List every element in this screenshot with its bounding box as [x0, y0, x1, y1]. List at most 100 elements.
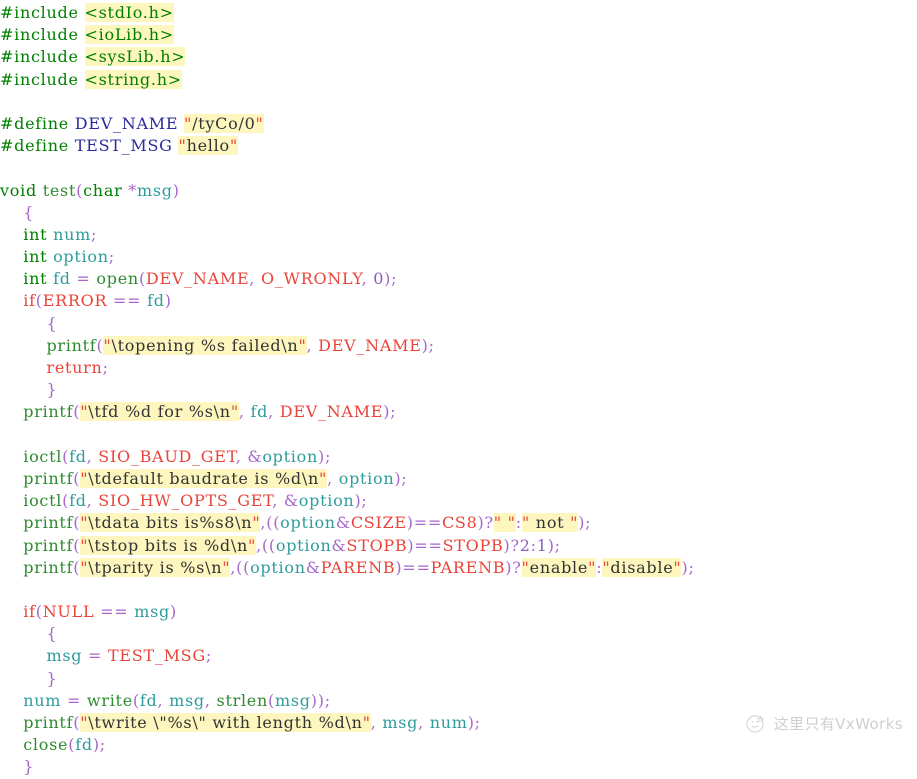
token-string: "hello" [178, 136, 238, 156]
token-keyword-if: if [23, 602, 36, 622]
token-string: "\tstop bits is %d\n" [80, 535, 257, 555]
token-punct: ) [164, 291, 172, 311]
token-macro: CSIZE [350, 513, 407, 533]
token-string: " not " [521, 513, 579, 533]
token-keyword-if: if [23, 291, 36, 311]
token-punct: , [327, 468, 339, 488]
token-variable: option [262, 446, 319, 466]
token-punct: , [86, 491, 99, 511]
token-punct: , [418, 713, 430, 732]
token-keyword-return: return [46, 358, 103, 377]
token-macro: O_WRONLY [261, 269, 362, 289]
token-punct: )== [406, 513, 442, 533]
token-variable: fd [250, 402, 269, 422]
token-punct: , [238, 402, 251, 422]
code-line: { [0, 623, 917, 645]
token-keyword: #define [0, 136, 75, 156]
token-punct: & [335, 513, 351, 533]
code-line: printf("\tstop bits is %d\n",((option&ST… [0, 535, 917, 557]
code-line: } [0, 379, 917, 401]
token-function-call: printf [23, 513, 74, 533]
token-macro: STOPB [442, 535, 504, 555]
token-keyword: #include [0, 69, 85, 89]
token-define-name: TEST_MSG [74, 136, 179, 156]
token-punct: )? [477, 513, 494, 533]
code-line: #define TEST_MSG "hello" [0, 135, 917, 157]
token-punct: ); [681, 557, 695, 577]
token-number: 0 [373, 269, 385, 289]
token-variable: msg [274, 690, 311, 710]
code-line: printf("\twrite \"%s\" with length %d\n"… [0, 712, 917, 734]
token-function-call: printf [23, 402, 74, 422]
token-include-path: <stdIo.h> [84, 3, 174, 22]
token-macro: STOPB [346, 535, 408, 555]
token-macro: SIO_HW_OPTS_GET [98, 491, 273, 511]
token-punct: ; [108, 247, 115, 267]
token-keyword: char [83, 180, 129, 200]
token-number: 1 [536, 535, 548, 555]
token-punct: , [361, 269, 374, 289]
token-include-path: <string.h> [84, 69, 182, 89]
token-function-call: printf [23, 535, 74, 555]
token-brace: { [23, 202, 35, 222]
code-line: close(fd); [0, 734, 917, 756]
token-variable: option [280, 513, 336, 533]
code-line: int fd = open(DEV_NAME, O_WRONLY, 0); [0, 268, 917, 290]
token-punct: , & [272, 491, 299, 511]
code-line: #define DEV_NAME "/tyCo/0" [0, 113, 917, 135]
token-number: 2 [519, 535, 531, 555]
token-punct: , [268, 402, 280, 422]
token-macro: DEV_NAME [145, 269, 250, 289]
code-line: ioctl(fd, SIO_BAUD_GET, &option); [0, 446, 917, 468]
token-function-call: printf [46, 335, 97, 355]
token-variable: fd [53, 269, 77, 289]
token-keyword: int [23, 269, 54, 289]
code-line: void test(char *msg) [0, 180, 917, 202]
token-variable: fd [69, 446, 87, 466]
token-punct: ( [35, 602, 43, 622]
token-include-path: <ioLib.h> [84, 25, 174, 45]
token-punct: = [88, 646, 108, 666]
token-punct: ); [547, 535, 561, 555]
token-variable: fd [69, 491, 87, 511]
token-punct: ); [421, 335, 435, 355]
token-string: "\tdefault baudrate is %d\n" [80, 468, 328, 488]
token-punct: == [107, 291, 148, 311]
token-punct: )? [503, 535, 520, 555]
token-variable: option [250, 557, 306, 577]
token-variable: option [298, 491, 355, 511]
token-variable: msg [134, 602, 170, 622]
token-punct: ); [578, 513, 592, 533]
token-punct: , [306, 335, 319, 355]
token-string: "/tyCo/0" [184, 113, 264, 133]
token-string: "\tparity is %s\n" [80, 557, 231, 577]
token-variable: msg [382, 713, 419, 732]
token-brace: } [46, 380, 58, 400]
token-string: "\topening %s failed\n" [103, 335, 307, 355]
token-punct: & [305, 557, 321, 577]
token-punct: ,(( [260, 513, 281, 533]
token-function-call: ioctl [23, 491, 63, 511]
token-punct: ,(( [256, 535, 276, 555]
token-string: "enable" [521, 557, 597, 577]
code-line: #include <sysLib.h> [0, 46, 917, 68]
token-keyword: #include [0, 25, 85, 45]
code-line: printf("\tdata bits is%s8\n",((option&CS… [0, 512, 917, 534]
token-macro: CS8 [441, 513, 478, 533]
token-punct: & [331, 535, 347, 555]
code-line: num = write(fd, msg, strlen(msg)); [0, 690, 917, 712]
token-punct: , [204, 690, 217, 710]
token-macro: NULL [42, 602, 95, 622]
code-line: return; [0, 357, 917, 379]
token-punct: ); [467, 713, 481, 732]
token-macro: DEV_NAME [318, 335, 422, 355]
code-line: { [0, 202, 917, 224]
token-brace: } [23, 757, 35, 777]
token-function-call: printf [23, 557, 74, 577]
token-punct: )); [310, 690, 331, 710]
token-punct: * [128, 180, 137, 200]
token-function-call: printf [23, 713, 74, 732]
token-punct: ,(( [230, 557, 251, 577]
